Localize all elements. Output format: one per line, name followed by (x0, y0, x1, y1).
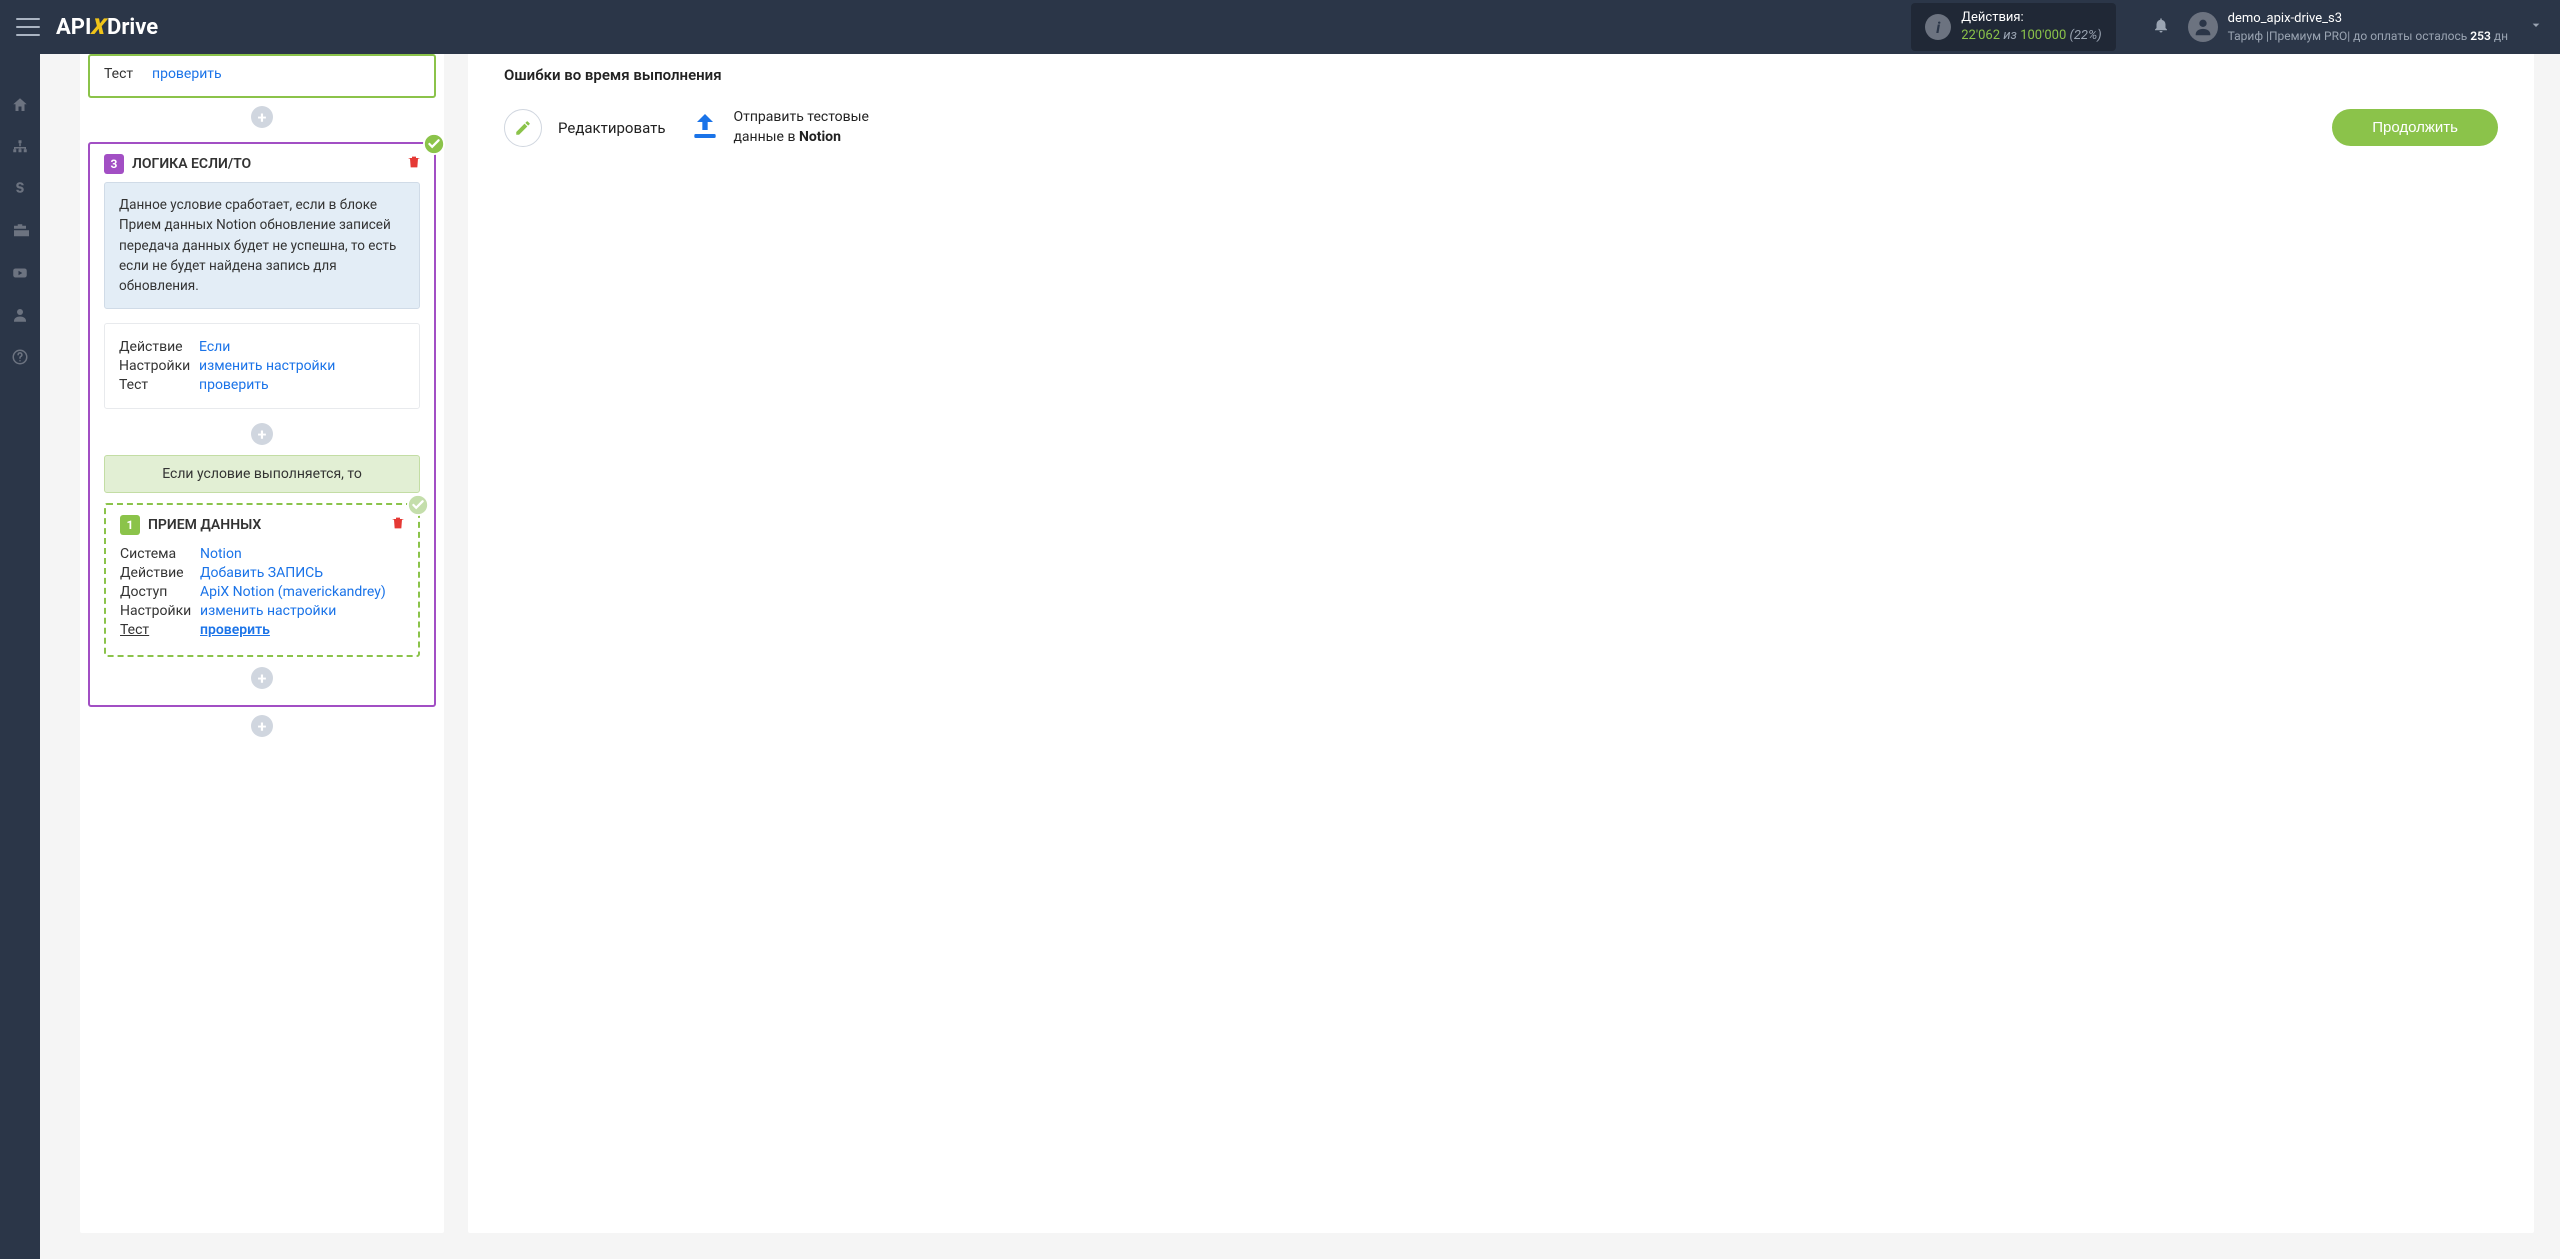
add-step-4[interactable]: + (251, 715, 273, 737)
send-test-button[interactable]: Отправить тестовые данные в Notion (689, 108, 868, 147)
actions-of: из (2003, 28, 2017, 43)
detail-panel: Ошибки во время выполнения Редактировать… (468, 54, 2534, 1233)
b1-system-v[interactable]: Notion (200, 546, 242, 562)
b3-number: 3 (104, 154, 124, 174)
b3-test-k: Тест (119, 377, 199, 393)
add-step-2[interactable]: + (251, 423, 273, 445)
actions-pct: (22%) (2070, 28, 2102, 43)
b1-test-k: Тест (120, 622, 200, 638)
sidebar-billing[interactable] (0, 168, 40, 210)
b1-settings-v[interactable]: изменить настройки (200, 603, 336, 619)
actions-current: 22'062 (1961, 28, 2000, 43)
app-header: APIXDrive i Действия: 22'062 из 100'000 … (0, 0, 2560, 54)
b1-access-k: Доступ (120, 584, 200, 600)
errors-title: Ошибки во время выполнения (504, 66, 2498, 84)
avatar-icon (2188, 12, 2218, 42)
block-3-logic[interactable]: 3 ЛОГИКА ЕСЛИ/ТО Данное условие сработае… (88, 142, 436, 707)
logo-text-a: API (56, 15, 91, 40)
info-icon: i (1925, 14, 1951, 40)
b1-system-k: Система (120, 546, 200, 562)
send-label: Отправить тестовые данные в Notion (733, 108, 868, 147)
b2-test-link[interactable]: проверить (152, 66, 222, 82)
tariff-line: Тариф |Премиум PRO| до оплаты осталось 2… (2228, 28, 2508, 44)
b3-kv: ДействиеЕсли Настройкиизменить настройки… (104, 323, 420, 409)
b2-test-label: Тест (104, 66, 142, 82)
user-menu[interactable]: demo_apix-drive_s3 Тариф |Премиум PRO| д… (2188, 10, 2508, 44)
sidebar-profile[interactable] (0, 294, 40, 336)
upload-icon (689, 110, 721, 146)
b1-title: ПРИЕМ ДАННЫХ (148, 517, 261, 533)
sidebar-briefcase[interactable] (0, 210, 40, 252)
actions-counter[interactable]: i Действия: 22'062 из 100'000 (22%) (1911, 3, 2115, 50)
b3-test-v[interactable]: проверить (199, 377, 269, 393)
b3-action-k: Действие (119, 339, 199, 355)
actions-max: 100'000 (2020, 28, 2066, 43)
chevron-down-icon[interactable] (2528, 17, 2544, 37)
b1-number: 1 (120, 515, 140, 535)
logo[interactable]: APIXDrive (56, 15, 158, 40)
condition-bar: Если условие выполняется, то (104, 455, 420, 493)
trash-icon-2[interactable] (390, 515, 406, 535)
sidebar-connections[interactable] (0, 126, 40, 168)
edit-label: Редактировать (558, 119, 665, 137)
workflow-panel: Тест проверить + 3 ЛОГИКА ЕСЛИ/ТО Данное… (80, 54, 444, 1233)
b1-access-v[interactable]: ApiX Notion (maverickandrey) (200, 584, 386, 600)
logo-x: X (91, 15, 108, 40)
username: demo_apix-drive_s3 (2228, 10, 2508, 28)
bell-icon[interactable] (2152, 16, 2170, 39)
menu-toggle[interactable] (16, 15, 40, 39)
add-step-1[interactable]: + (251, 106, 273, 128)
sidebar-video[interactable] (0, 252, 40, 294)
logo-text-b: Drive (107, 15, 158, 40)
b3-action-v[interactable]: Если (199, 339, 230, 355)
b1-action-k: Действие (120, 565, 200, 581)
block-1-data[interactable]: 1 ПРИЕМ ДАННЫХ СистемаNotion ДействиеДоб… (104, 503, 420, 657)
sidebar-home[interactable] (0, 84, 40, 126)
actions-label: Действия: (1961, 9, 2101, 27)
block-2[interactable]: Тест проверить (88, 54, 436, 98)
b3-info: Данное условие сработает, если в блоке П… (104, 182, 420, 309)
b3-title: ЛОГИКА ЕСЛИ/ТО (132, 156, 251, 172)
b1-settings-k: Настройки (120, 603, 200, 619)
b1-test-v[interactable]: проверить (200, 622, 270, 638)
pencil-icon (504, 109, 542, 147)
b3-settings-v[interactable]: изменить настройки (199, 358, 335, 374)
add-step-3[interactable]: + (251, 667, 273, 689)
sidebar (0, 54, 40, 1259)
sidebar-help[interactable] (0, 336, 40, 378)
b1-action-v[interactable]: Добавить ЗАПИСЬ (200, 565, 323, 581)
trash-icon[interactable] (406, 154, 422, 174)
b3-settings-k: Настройки (119, 358, 199, 374)
continue-button[interactable]: Продолжить (2332, 109, 2498, 146)
edit-button[interactable]: Редактировать (504, 109, 665, 147)
